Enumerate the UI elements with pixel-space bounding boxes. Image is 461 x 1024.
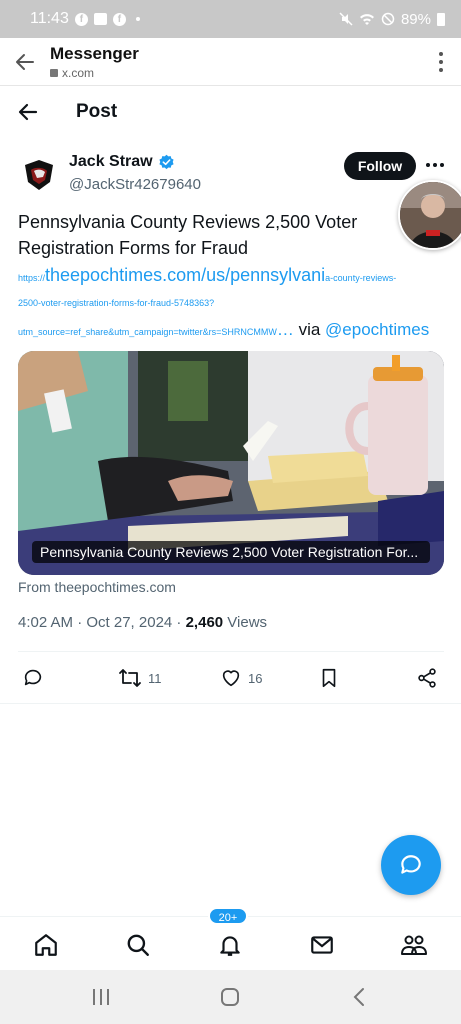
views-label: Views xyxy=(223,614,268,631)
lock-icon xyxy=(50,68,58,77)
chat-icon xyxy=(401,855,421,874)
gallery-icon xyxy=(93,13,107,25)
repost-count: 11 xyxy=(148,670,162,686)
system-back-button[interactable] xyxy=(348,987,370,1007)
author-name[interactable]: Jack Straw xyxy=(69,153,153,171)
avatar-logo-icon xyxy=(25,160,53,190)
browser-titles: Messenger x.com xyxy=(50,44,139,80)
menu-dot xyxy=(439,51,443,56)
link-query[interactable]: utm_source=ref_share&utm_campaign=twitte… xyxy=(18,327,277,337)
browser-bar: Messenger x.com xyxy=(0,38,461,86)
nav-communities[interactable] xyxy=(400,931,428,959)
link-ellipsis: … xyxy=(276,320,294,339)
follow-button[interactable]: Follow xyxy=(344,152,416,180)
author-name-row: Jack Straw xyxy=(69,153,175,171)
more-notifications-icon xyxy=(135,17,140,21)
android-nav-bar xyxy=(0,970,461,1024)
divider xyxy=(18,651,444,652)
home-circle-icon xyxy=(221,988,239,1006)
tweet-text: Pennsylvania County Reviews 2,500 Voter … xyxy=(18,212,358,258)
card-caption: Pennsylvania County Reviews 2,500 Voter … xyxy=(32,541,430,563)
repost-icon xyxy=(119,669,141,687)
link-main: theepochtimes.com/us/pennsylvani xyxy=(45,265,326,285)
share-button[interactable] xyxy=(416,662,438,694)
reply-icon xyxy=(24,669,42,686)
facebook-icon-2: f xyxy=(112,12,126,26)
reply-button[interactable] xyxy=(22,662,50,694)
views-count: 2,460 xyxy=(185,614,224,631)
heart-icon xyxy=(222,670,240,687)
action-bar: 11 16 xyxy=(18,662,444,694)
bell-icon xyxy=(220,936,240,956)
browser-url-text: x.com xyxy=(62,65,95,80)
chevron-left-icon xyxy=(353,988,364,1006)
arrow-left-icon xyxy=(18,103,38,121)
nav-home[interactable] xyxy=(32,931,60,959)
nav-search[interactable] xyxy=(124,931,152,959)
link-prefix: https:// xyxy=(18,273,46,283)
battery-icon xyxy=(437,12,445,26)
browser-menu-button[interactable] xyxy=(421,38,461,86)
menu-dot xyxy=(439,67,443,72)
bookmark-icon xyxy=(322,668,336,688)
more-dot xyxy=(426,163,430,167)
via-text: via xyxy=(293,320,326,339)
author-handle[interactable]: @JackStr42679640 xyxy=(69,176,201,193)
link-rest: a-county-reviews- xyxy=(325,273,397,283)
page-title: Post xyxy=(76,101,118,122)
communities-icon xyxy=(401,935,427,955)
post-back-button[interactable] xyxy=(0,101,56,123)
more-dot xyxy=(433,163,437,167)
browser-app-title: Messenger xyxy=(50,43,139,63)
wifi-icon xyxy=(359,14,374,25)
post-meta: 4:02 AM · Oct 27, 2024 · 2,460 Views xyxy=(18,614,267,631)
tweet-link-line-3: utm_source=ref_share&utm_campaign=twitte… xyxy=(18,316,443,344)
nav-messages[interactable] xyxy=(308,931,336,959)
mention-link[interactable]: @epochtimes xyxy=(325,320,429,339)
repost-button[interactable]: 11 xyxy=(118,662,162,694)
status-bar: 11:43 f f 89% xyxy=(0,0,461,38)
link-preview-card[interactable]: Pennsylvania County Reviews 2,500 Voter … xyxy=(18,351,444,575)
status-left: 11:43 f f xyxy=(30,10,140,28)
like-button[interactable]: 16 xyxy=(220,662,262,694)
bottom-nav: 20+ xyxy=(0,907,461,970)
menu-dot xyxy=(439,59,443,64)
mail-icon xyxy=(311,936,333,954)
tweet-link-line-1[interactable]: https://theepochtimes.com/us/pennsylvani… xyxy=(18,262,443,288)
status-right: 89% xyxy=(339,11,445,28)
recent-apps-button[interactable] xyxy=(90,987,112,1007)
post-header: Post xyxy=(0,88,461,136)
divider xyxy=(0,703,461,704)
status-time: 11:43 xyxy=(30,10,69,27)
browser-url: x.com xyxy=(50,66,139,80)
bookmark-button[interactable] xyxy=(318,662,340,694)
mute-icon xyxy=(339,12,353,26)
more-options-button[interactable] xyxy=(426,156,444,174)
tweet-link-block[interactable]: https://theepochtimes.com/us/pennsylvani… xyxy=(18,262,443,344)
arrow-left-icon xyxy=(16,53,34,70)
author-row: Jack Straw @JackStr42679640 Follow xyxy=(18,150,448,200)
home-icon xyxy=(35,934,57,956)
nav-notifications[interactable] xyxy=(216,931,244,959)
chat-head-bubble[interactable] xyxy=(398,180,461,250)
card-source[interactable]: From theepochtimes.com xyxy=(18,579,176,595)
browser-back-button[interactable] xyxy=(0,38,50,86)
facebook-icon: f xyxy=(74,12,88,26)
more-dot xyxy=(440,163,444,167)
no-signal-icon xyxy=(381,12,395,26)
chat-head-photo xyxy=(400,182,461,248)
search-icon xyxy=(127,934,149,956)
recent-apps-icon xyxy=(93,989,109,1005)
home-nav-button[interactable] xyxy=(219,987,241,1007)
like-count: 16 xyxy=(248,670,263,686)
avatar[interactable] xyxy=(20,156,58,194)
battery-percent: 89% xyxy=(400,10,431,28)
notifications-badge: 20+ xyxy=(208,907,248,925)
share-icon xyxy=(418,668,436,688)
verified-badge-icon xyxy=(159,154,174,169)
new-message-fab[interactable] xyxy=(381,835,441,895)
post-timestamp: 4:02 AM · Oct 27, 2024 · xyxy=(18,614,186,631)
tweet-link-line-2[interactable]: 2500-voter-registration-forms-for-fraud-… xyxy=(18,290,443,316)
